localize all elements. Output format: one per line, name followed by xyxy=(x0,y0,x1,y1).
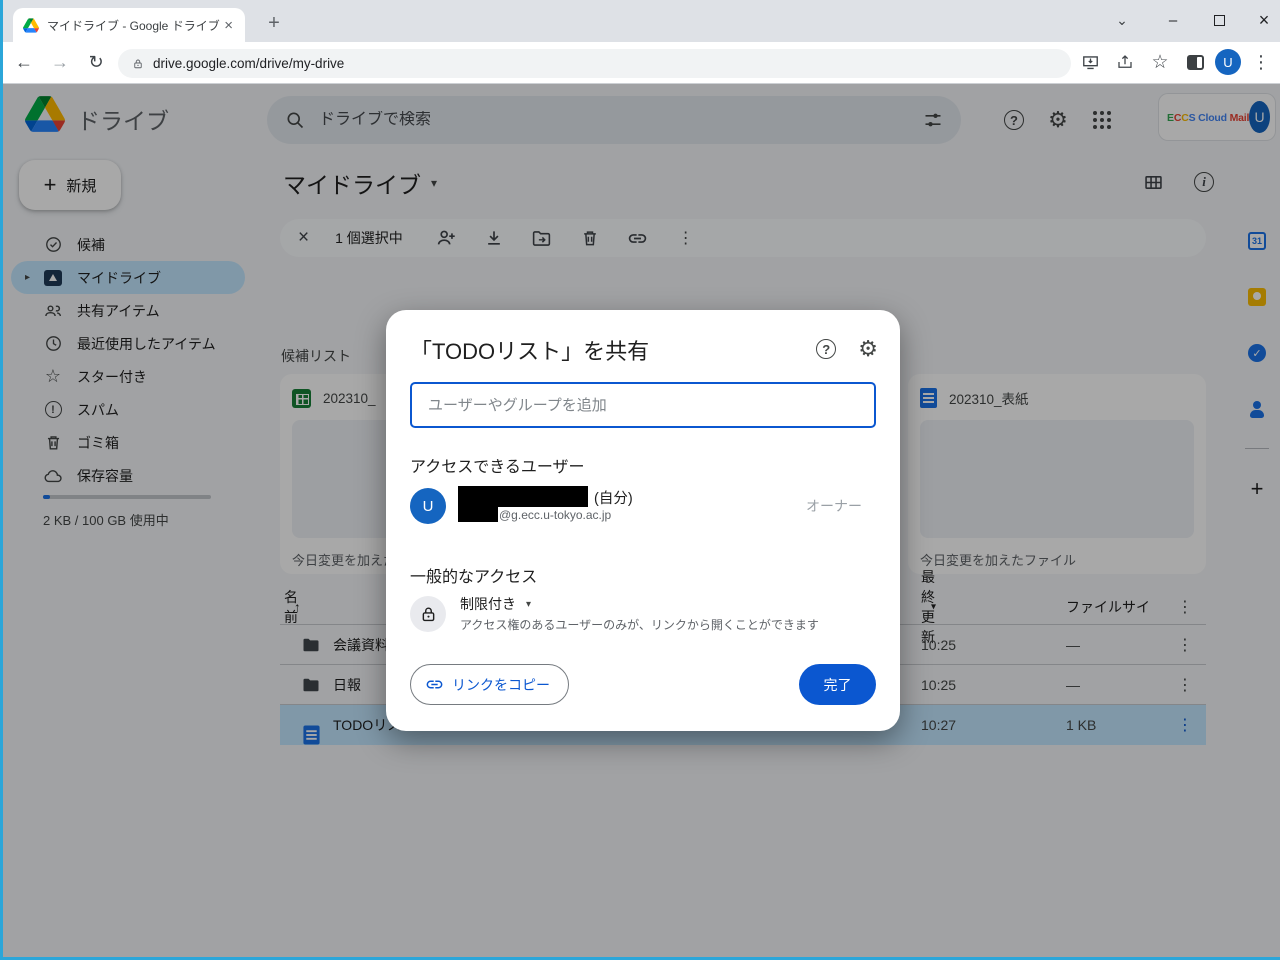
owner-self-suffix: (自分) xyxy=(594,491,633,507)
restricted-label: 制限付き xyxy=(460,596,516,612)
dialog-help-icon[interactable]: ? xyxy=(816,339,837,359)
tab-title: マイドライブ - Google ドライブ xyxy=(47,18,220,33)
browser-tab[interactable]: マイドライブ - Google ドライブ × xyxy=(13,8,245,42)
dialog-settings-icon[interactable]: ⚙ xyxy=(858,338,878,360)
address-bar[interactable]: drive.google.com/drive/my-drive xyxy=(118,49,1071,78)
owner-email-domain: @g.ecc.u-tokyo.ac.jp xyxy=(499,508,612,522)
link-icon xyxy=(425,675,444,694)
share-dialog: 「TODOリスト」を共有 ? ⚙ アクセスできるユーザー U (自分) @g.e… xyxy=(386,310,900,731)
add-people-input[interactable] xyxy=(410,382,876,428)
lock-icon xyxy=(410,596,446,632)
drive-app: ドライブ ? ⚙ ECCS Cloud Mail U + 新規 xyxy=(3,84,1280,957)
screen: マイドライブ - Google ドライブ × + ⌄ – × ← → ↻ dri… xyxy=(0,0,1280,960)
lock-icon xyxy=(132,57,144,71)
browser-profile-avatar[interactable]: U xyxy=(1215,49,1241,75)
redacted-email xyxy=(458,507,498,522)
restricted-description: アクセス権のあるユーザーのみが、リンクから開くことができます xyxy=(460,618,819,632)
restricted-dropdown[interactable]: 制限付き ▾ xyxy=(460,594,531,614)
browser-menu-icon[interactable]: ⋮ xyxy=(1246,47,1276,77)
forward-button[interactable]: → xyxy=(45,48,75,78)
share-icon[interactable] xyxy=(1110,47,1140,77)
access-section-label: アクセスできるユーザー xyxy=(410,459,585,476)
owner-avatar: U xyxy=(410,488,446,524)
owner-row: U (自分) @g.ecc.u-tokyo.ac.jp オーナー xyxy=(410,486,876,530)
url-text: drive.google.com/drive/my-drive xyxy=(153,56,345,71)
done-button[interactable]: 完了 xyxy=(799,664,876,705)
back-button[interactable]: ← xyxy=(9,48,39,78)
general-access-label: 一般的なアクセス xyxy=(410,569,538,586)
drive-favicon xyxy=(23,18,39,33)
chevron-down-icon: ▾ xyxy=(526,598,532,610)
install-app-icon[interactable] xyxy=(1075,47,1105,77)
copy-link-button[interactable]: リンクをコピー xyxy=(410,664,569,705)
maximize-icon xyxy=(1213,14,1225,26)
owner-role-label: オーナー xyxy=(806,498,862,514)
window-close-button[interactable]: × xyxy=(1242,0,1280,40)
window-minimize-button[interactable]: – xyxy=(1151,0,1195,40)
browser-toolbar: ← → ↻ drive.google.com/drive/my-drive ☆ … xyxy=(3,42,1280,84)
new-tab-button[interactable]: + xyxy=(261,12,287,35)
tab-close-icon[interactable]: × xyxy=(220,17,237,34)
reload-button[interactable]: ↻ xyxy=(81,48,111,78)
dialog-title: 「TODOリスト」を共有 xyxy=(410,339,650,364)
bookmark-star-icon[interactable]: ☆ xyxy=(1145,47,1175,77)
tab-search-chevron-icon[interactable]: ⌄ xyxy=(1107,6,1137,34)
redacted-name xyxy=(458,486,588,507)
side-panel-icon[interactable] xyxy=(1180,47,1210,77)
window-maximize-button[interactable] xyxy=(1197,0,1241,40)
browser-tab-strip: マイドライブ - Google ドライブ × + ⌄ – × xyxy=(3,0,1280,42)
copy-link-label: リンクをコピー xyxy=(452,676,550,693)
